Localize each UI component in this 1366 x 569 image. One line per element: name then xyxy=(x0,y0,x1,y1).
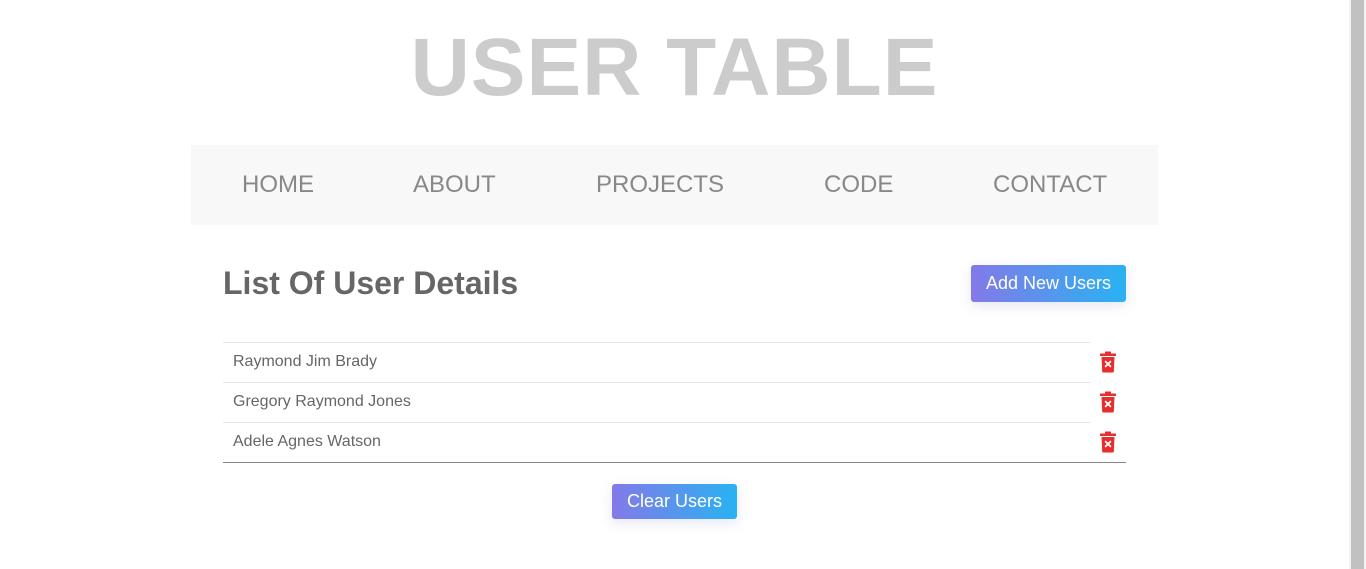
scrollbar-thumb[interactable] xyxy=(1351,0,1364,569)
main-navbar: HOME ABOUT PROJECTS CODE CONTACT xyxy=(191,145,1158,225)
nav-item-contact[interactable]: CONTACT xyxy=(993,145,1107,225)
user-row: Adele Agnes Watson xyxy=(223,422,1126,462)
nav-item-about[interactable]: ABOUT xyxy=(413,145,496,225)
user-name: Gregory Raymond Jones xyxy=(233,393,411,410)
trash-delete-icon[interactable] xyxy=(1099,431,1117,453)
user-name: Raymond Jim Brady xyxy=(233,353,378,370)
trash-delete-icon[interactable] xyxy=(1099,391,1117,413)
user-row: Gregory Raymond Jones xyxy=(223,382,1126,422)
user-row-cell: Gregory Raymond Jones xyxy=(223,382,1090,422)
nav-item-projects[interactable]: PROJECTS xyxy=(596,145,724,225)
vertical-scrollbar[interactable] xyxy=(1349,0,1366,569)
add-new-users-button[interactable]: Add New Users xyxy=(971,265,1126,302)
site-title: USER TABLE xyxy=(410,22,939,113)
user-row-cell: Adele Agnes Watson xyxy=(223,422,1090,462)
user-row-cell: Raymond Jim Brady xyxy=(223,342,1090,382)
clear-users-button[interactable]: Clear Users xyxy=(612,484,737,519)
nav-item-code[interactable]: CODE xyxy=(824,145,893,225)
user-list: Raymond Jim Brady Gregory Raymond Jones xyxy=(223,342,1126,463)
user-row: Raymond Jim Brady xyxy=(223,342,1126,382)
trash-delete-icon[interactable] xyxy=(1099,351,1117,373)
user-name: Adele Agnes Watson xyxy=(233,433,381,450)
nav-item-home[interactable]: HOME xyxy=(242,145,314,225)
page: USER TABLE HOME ABOUT PROJECTS CODE CONT… xyxy=(0,0,1366,569)
user-list-heading: List Of User Details xyxy=(223,265,519,301)
